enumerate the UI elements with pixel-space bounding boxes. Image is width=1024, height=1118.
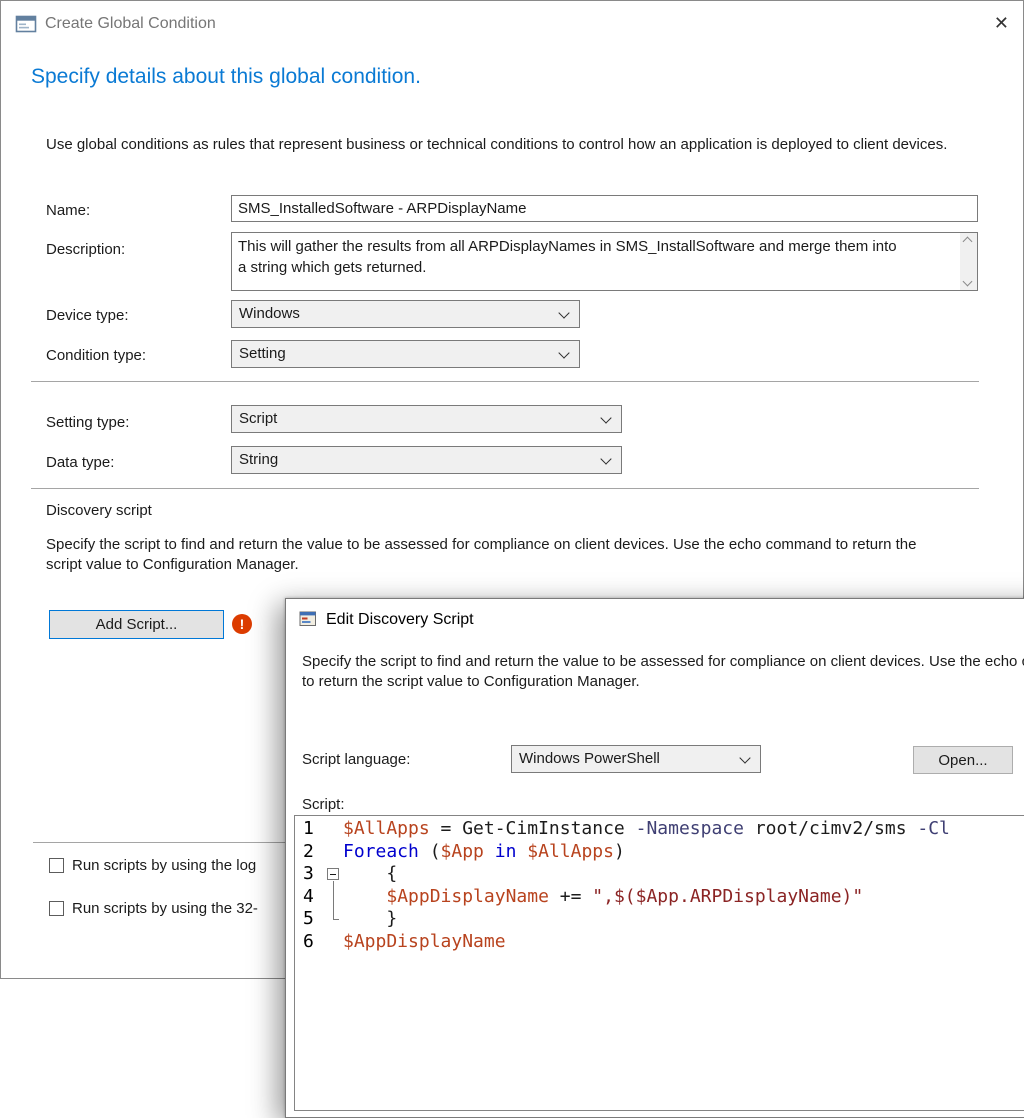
fold-gutter — [325, 931, 343, 954]
validation-error-icon: ! — [232, 614, 252, 634]
chevron-down-icon — [739, 752, 750, 763]
dialog-title: Edit Discovery Script — [326, 611, 474, 629]
dialog-description-line2: to return the script value to Configurat… — [302, 672, 1024, 692]
code-line: 4 $AppDisplayName += ",$($App.ARPDisplay… — [295, 886, 1024, 909]
data-type-value: String — [239, 451, 278, 468]
chevron-down-icon — [600, 412, 611, 423]
chevron-down-icon — [558, 347, 569, 358]
chevron-down-icon — [558, 307, 569, 318]
script-editor[interactable]: 1 $AllApps = Get-CimInstance -Namespace r… — [294, 815, 1024, 1111]
condition-type-label: Condition type: — [46, 347, 146, 364]
fold-gutter — [325, 841, 343, 864]
device-type-label: Device type: — [46, 307, 129, 324]
window-icon — [15, 13, 37, 35]
line-number: 6 — [295, 931, 325, 954]
run-scripts-logged-on-user-checkbox[interactable] — [49, 858, 64, 873]
data-type-label: Data type: — [46, 454, 114, 471]
fold-gutter — [325, 908, 343, 931]
code-text: $AppDisplayName — [343, 931, 506, 954]
setting-type-value: Script — [239, 410, 277, 427]
line-number: 1 — [295, 818, 325, 841]
description-label: Description: — [46, 241, 125, 258]
line-number: 2 — [295, 841, 325, 864]
chevron-down-icon — [600, 453, 611, 464]
code-line: 2 Foreach ($App in $AllApps) — [295, 841, 1024, 864]
script-label: Script: — [302, 796, 345, 813]
device-type-select[interactable]: Windows — [231, 300, 580, 328]
script-language-select[interactable]: Windows PowerShell — [511, 745, 761, 773]
edit-discovery-script-dialog: Edit Discovery Script Specify the script… — [285, 598, 1024, 1118]
code-text: $AllApps = Get-CimInstance -Namespace ro… — [343, 818, 950, 841]
code-text: } — [343, 908, 397, 931]
code-lines: 1 $AllApps = Get-CimInstance -Namespace r… — [295, 818, 1024, 953]
fold-collapse-icon[interactable] — [325, 863, 343, 886]
data-type-select[interactable]: String — [231, 446, 622, 474]
name-label: Name: — [46, 202, 90, 219]
condition-type-select[interactable]: Setting — [231, 340, 580, 368]
code-text: $AppDisplayName += ",$($App.ARPDisplayNa… — [343, 886, 863, 909]
page-title: Specify details about this global condit… — [31, 65, 421, 89]
code-line: 5 } — [295, 908, 1024, 931]
script-form-icon — [299, 610, 317, 628]
line-number: 3 — [295, 863, 325, 886]
scroll-down-icon[interactable] — [963, 277, 973, 287]
dialog-description-line1: Specify the script to find and return th… — [302, 652, 1024, 672]
description-scrollbar[interactable] — [960, 233, 977, 290]
setting-type-label: Setting type: — [46, 414, 129, 431]
close-icon[interactable]: ✕ — [994, 13, 1009, 33]
line-number: 4 — [295, 886, 325, 909]
scroll-up-icon[interactable] — [963, 237, 973, 247]
run-scripts-32bit-checkbox[interactable] — [49, 901, 64, 916]
run-scripts-32bit-label[interactable]: Run scripts by using the 32- — [72, 900, 258, 917]
fold-gutter — [325, 886, 343, 909]
dialog-description: Specify the script to find and return th… — [302, 652, 1024, 692]
description-input[interactable]: This will gather the results from all AR… — [231, 232, 978, 291]
open-button[interactable]: Open... — [913, 746, 1013, 774]
code-line: 3 { — [295, 863, 1024, 886]
name-input[interactable] — [231, 195, 978, 222]
run-scripts-logged-on-user-label[interactable]: Run scripts by using the log — [72, 857, 256, 874]
add-script-button[interactable]: Add Script... — [49, 610, 224, 639]
intro-text: Use global conditions as rules that repr… — [46, 135, 951, 155]
titlebar: Create Global Condition ✕ — [1, 1, 1023, 47]
device-type-value: Windows — [239, 305, 300, 322]
code-line: 6 $AppDisplayName — [295, 931, 1024, 954]
code-text: Foreach ($App in $AllApps) — [343, 841, 625, 864]
divider — [31, 381, 979, 382]
fold-gutter — [325, 818, 343, 841]
discovery-script-description: Specify the script to find and return th… — [46, 535, 951, 575]
description-value: This will gather the results from all AR… — [238, 236, 903, 278]
script-language-value: Windows PowerShell — [519, 750, 660, 767]
code-line: 1 $AllApps = Get-CimInstance -Namespace r… — [295, 818, 1024, 841]
setting-type-select[interactable]: Script — [231, 405, 622, 433]
code-text: { — [343, 863, 397, 886]
window-title: Create Global Condition — [45, 15, 216, 33]
divider — [31, 488, 979, 489]
script-language-label: Script language: — [302, 751, 410, 768]
discovery-script-section-label: Discovery script — [46, 502, 152, 519]
line-number: 5 — [295, 908, 325, 931]
condition-type-value: Setting — [239, 345, 286, 362]
